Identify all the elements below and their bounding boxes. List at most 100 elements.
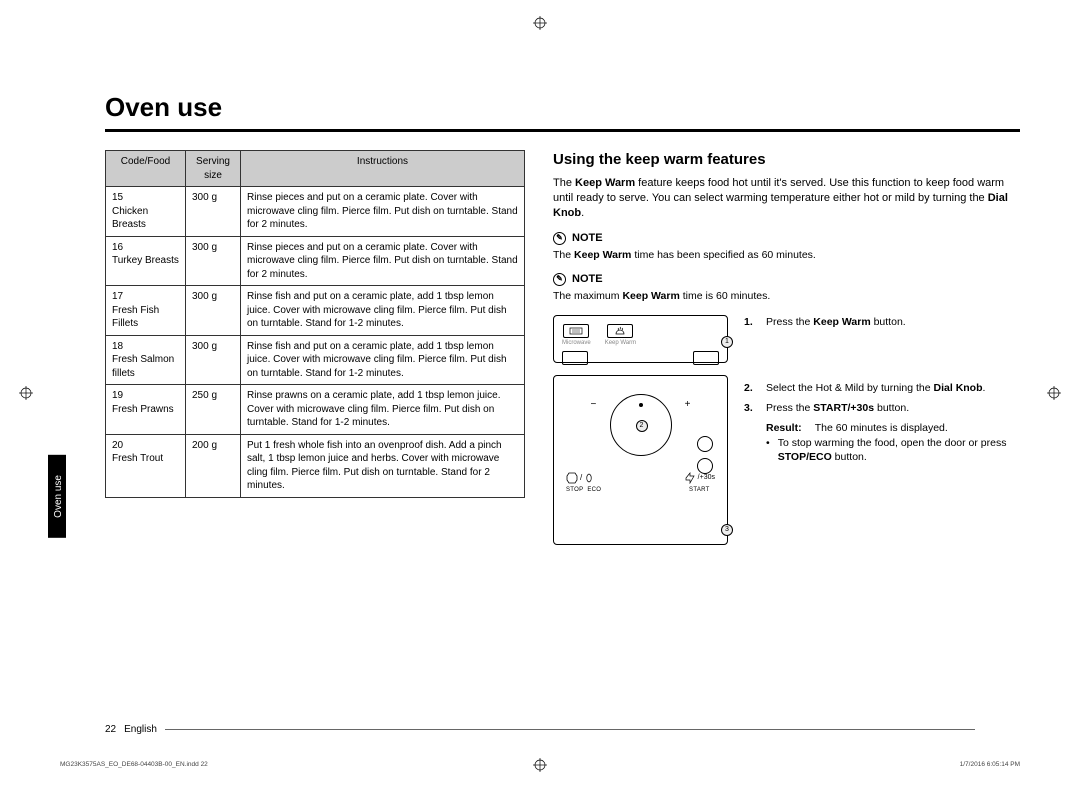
stop-bullet: • To stop warming the food, open the doo… <box>766 436 1020 464</box>
page-title: Oven use <box>105 90 1020 132</box>
callout-3: 3 <box>721 524 733 536</box>
note-row: ✎ NOTE <box>553 231 1020 246</box>
keepwarm-icon <box>607 324 633 338</box>
small-btn <box>697 458 713 474</box>
t: button. <box>832 451 867 463</box>
food: Fresh Salmon fillets <box>112 354 174 379</box>
intro-text: The Keep Warm feature keeps food hot unt… <box>553 176 1020 221</box>
section-heading: Using the keep warm features <box>553 150 1020 170</box>
page-line <box>165 729 975 730</box>
small-btn <box>697 436 713 452</box>
eco-label: ECO <box>587 487 601 493</box>
t: Select the Hot & Mild by turning the <box>766 382 934 394</box>
stop-icon <box>566 472 578 484</box>
microwave-label: Microwave <box>562 339 591 347</box>
result-label: Result: <box>766 421 812 435</box>
size: 300 g <box>186 335 241 385</box>
left-column: Code/Food Serving size Instructions 15 Ch… <box>105 150 525 545</box>
t: Press the <box>766 402 813 414</box>
food: Fresh Trout <box>112 453 163 464</box>
t: The <box>553 177 575 189</box>
step: 2. Select the Hot & Mild by turning the … <box>744 381 1020 395</box>
callout-2: 2 <box>636 420 648 432</box>
minus-icon: − <box>591 398 597 412</box>
footer-file: MG23K3575AS_EO_DE68-04403B-00_EN.indd 22 <box>60 761 208 770</box>
size: 250 g <box>186 385 241 435</box>
t: . <box>581 207 584 219</box>
t: The maximum <box>553 290 622 302</box>
t: Press the <box>766 316 813 328</box>
table-row: 17Fresh Fish Fillets 300 g Rinse fish an… <box>106 286 525 336</box>
footer-timestamp: 1/7/2016 6:05:14 PM <box>960 761 1020 770</box>
th-code: Code/Food <box>106 151 186 187</box>
food: Fresh Fish Fillets <box>112 305 159 330</box>
panel-btn <box>693 351 719 365</box>
size: 300 g <box>186 187 241 237</box>
note-text: The maximum Keep Warm time is 60 minutes… <box>553 289 1020 303</box>
t: START/+30s <box>813 402 874 414</box>
microwave-icon <box>563 324 589 338</box>
note-text: The Keep Warm time has been specified as… <box>553 248 1020 262</box>
callout-1: 1 <box>721 336 733 348</box>
size: 300 g <box>186 236 241 286</box>
note-row: ✎ NOTE <box>553 272 1020 287</box>
note-label: NOTE <box>572 272 603 287</box>
instr: Rinse fish and put on a ceramic plate, a… <box>241 335 525 385</box>
code: 15 <box>112 192 123 203</box>
stop-label: STOP <box>566 487 583 493</box>
t: To stop warming the food, open the door … <box>778 437 1007 449</box>
page-number-row: 22 English <box>105 723 975 737</box>
n: 3. <box>744 401 758 415</box>
t: button. <box>874 402 909 414</box>
panel-bottom: − + 2 <box>553 375 728 545</box>
start-icon <box>684 472 696 484</box>
steps: 1. Press the Keep Warm button. 2. Select… <box>744 315 1020 545</box>
t: time is 60 minutes. <box>680 290 770 302</box>
right-column: Using the keep warm features The Keep Wa… <box>553 150 1020 545</box>
code: 20 <box>112 440 123 451</box>
t: Keep Warm <box>574 249 631 261</box>
table-row: 16 Turkey Breasts 300 g Rinse pieces and … <box>106 236 525 286</box>
food: Turkey Breasts <box>112 255 179 266</box>
food-table: Code/Food Serving size Instructions 15 Ch… <box>105 150 525 498</box>
table-row: 20Fresh Trout 200 g Put 1 fresh whole fi… <box>106 434 525 497</box>
instr: Rinse pieces and put on a ceramic plate.… <box>241 236 525 286</box>
footer-meta: MG23K3575AS_EO_DE68-04403B-00_EN.indd 22… <box>60 761 1020 770</box>
panel-top: Microwave Keep Warm 1 <box>553 315 728 363</box>
note-icon: ✎ <box>553 232 566 245</box>
t: Keep Warm <box>813 316 870 328</box>
result-line: Result: The 60 minutes is displayed. <box>766 421 1020 435</box>
t: The <box>553 249 574 261</box>
control-diagrams: Microwave Keep Warm 1 <box>553 315 728 545</box>
t: Keep Warm <box>575 177 635 189</box>
eco-icon <box>584 473 594 483</box>
page-no: 22 <box>105 723 116 737</box>
food: Chicken Breasts <box>112 206 148 231</box>
dial-knob: 2 <box>610 394 672 456</box>
t: time has been specified as 60 minutes. <box>631 249 815 261</box>
t: STOP/ECO <box>778 451 832 463</box>
page-lang: English <box>124 723 157 737</box>
code: 17 <box>112 291 123 302</box>
size: 200 g <box>186 434 241 497</box>
t: . <box>983 382 986 394</box>
food: Fresh Prawns <box>112 404 174 415</box>
table-row: 19 Fresh Prawns 250 g Rinse prawns on a c… <box>106 385 525 435</box>
step: 3. Press the START/+30s button. <box>744 401 1020 415</box>
plus30-label: /+30s <box>698 473 715 482</box>
instr: Rinse pieces and put on a ceramic plate.… <box>241 187 525 237</box>
note-icon: ✎ <box>553 273 566 286</box>
table-row: 18Fresh Salmon fillets 300 g Rinse fish … <box>106 335 525 385</box>
t: button. <box>871 316 906 328</box>
instr: Rinse prawns on a ceramic plate, add 1 t… <box>241 385 525 435</box>
table-row: 15 Chicken Breasts 300 g Rinse pieces and… <box>106 187 525 237</box>
n: 2. <box>744 381 758 395</box>
panel-btn <box>562 351 588 365</box>
th-instr: Instructions <box>241 151 525 187</box>
th-size: Serving size <box>186 151 241 187</box>
code: 19 <box>112 390 123 401</box>
plus-icon: + <box>685 398 691 412</box>
note-label: NOTE <box>572 231 603 246</box>
code: 16 <box>112 242 123 253</box>
result-text: The 60 minutes is displayed. <box>815 422 948 434</box>
